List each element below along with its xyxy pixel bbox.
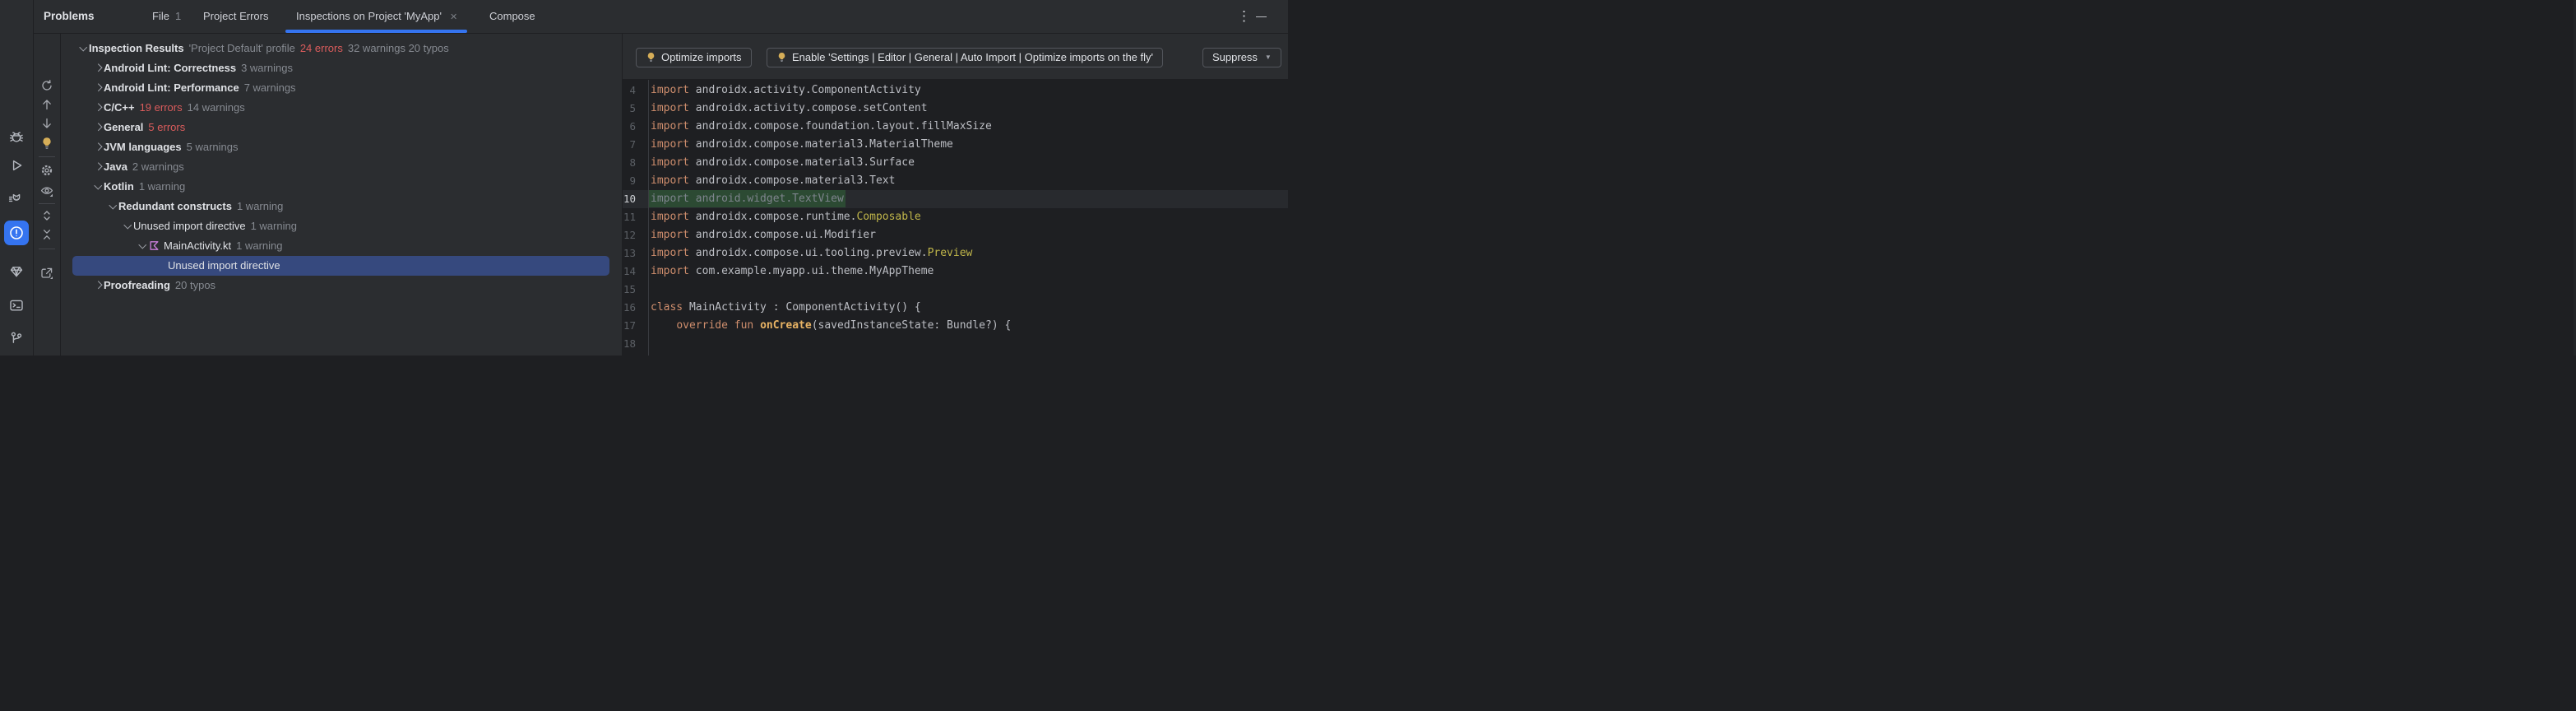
chevron-down-icon[interactable] — [122, 221, 133, 232]
tree-row-android-lint-correctness[interactable]: Android Lint: Correctness 3 warnings — [61, 58, 620, 78]
gutter-separator — [648, 80, 649, 356]
collapse-all-icon[interactable] — [40, 228, 53, 241]
problems-icon[interactable] — [4, 221, 29, 245]
code-line: import androidx.compose.material3.Text — [651, 172, 1011, 190]
chevron-down-icon[interactable] — [137, 240, 148, 252]
expand-all-icon[interactable] — [40, 209, 53, 222]
tree-row-general[interactable]: General 5 errors — [61, 118, 620, 137]
terminal-icon[interactable] — [8, 297, 25, 314]
code-line: import androidx.compose.ui.Modifier — [651, 226, 1011, 244]
chevron-right-icon[interactable] — [92, 122, 104, 133]
run-icon[interactable] — [8, 157, 25, 174]
close-icon[interactable]: ✕ — [450, 12, 457, 22]
debug-icon[interactable] — [8, 128, 25, 145]
tree-row-kotlin[interactable]: Kotlin 1 warning — [61, 177, 620, 197]
chevron-down-icon[interactable] — [92, 181, 104, 193]
tree-row-redundant-constructs[interactable]: Redundant constructs 1 warning — [61, 197, 620, 216]
code-line — [651, 281, 1011, 299]
chevron-right-icon[interactable] — [92, 142, 104, 153]
tab-file[interactable]: File1 — [152, 0, 181, 33]
chevron-right-icon[interactable] — [92, 102, 104, 114]
tab-compose[interactable]: Compose — [489, 0, 535, 33]
quick-fix-actions-bar: Optimize imports Enable 'Settings | Edit… — [623, 34, 1288, 80]
code-line: import com.example.myapp.ui.theme.MyAppT… — [651, 263, 1011, 281]
code-content: import androidx.activity.ComponentActivi… — [651, 81, 1011, 353]
quickfix-bulb-icon[interactable] — [40, 137, 53, 150]
code-line: import androidx.compose.runtime.Composab… — [651, 208, 1011, 226]
chevron-right-icon[interactable] — [92, 161, 104, 173]
tab-file-count: 1 — [175, 10, 181, 22]
logcat-icon[interactable] — [8, 190, 25, 207]
code-line — [651, 335, 1011, 353]
tree-row-java[interactable]: Java 2 warnings — [61, 157, 620, 177]
chevron-down-icon[interactable] — [107, 201, 118, 212]
page-title: Problems — [44, 0, 95, 33]
next-problem-icon[interactable] — [40, 117, 53, 130]
code-line: import androidx.compose.material3.Materi… — [651, 136, 1011, 154]
minimize-icon[interactable]: — — [1256, 0, 1267, 33]
tree-row-c-cpp[interactable]: C/C++ 19 errors 14 warnings — [61, 98, 620, 118]
code-line: override fun onCreate(savedInstanceState… — [651, 317, 1011, 335]
tree-row-inspection-results[interactable]: Inspection Results 'Project Default' pro… — [61, 39, 620, 58]
git-branch-icon[interactable] — [8, 330, 25, 346]
code-editor[interactable]: 45 67 89 1011 1213 1415 1617 18 import a… — [623, 80, 1288, 356]
code-line-unused-import: import android.widget.TextView — [651, 190, 1011, 208]
export-icon[interactable] — [40, 267, 53, 280]
kotlin-file-icon — [149, 240, 160, 251]
chevron-right-icon[interactable] — [92, 280, 104, 291]
rerun-inspection-icon[interactable] — [40, 79, 53, 92]
line-number-gutter: 45 67 89 1011 1213 1415 1617 18 — [623, 81, 636, 353]
tree-row-mainactivity-kt[interactable]: MainActivity.kt 1 warning — [61, 236, 620, 256]
more-options-icon[interactable]: ⋮ — [1237, 0, 1251, 33]
tree-row-android-lint-performance[interactable]: Android Lint: Performance 7 warnings — [61, 78, 620, 98]
tree-row-unused-import-directive-group[interactable]: Unused import directive 1 warning — [61, 216, 620, 236]
bulb-icon — [646, 52, 656, 63]
toolbar-separator — [39, 203, 55, 204]
code-line: import androidx.activity.compose.setCont… — [651, 100, 1011, 118]
toolbar-separator — [39, 156, 55, 157]
settings-gear-icon[interactable] — [40, 164, 53, 177]
code-line: class MainActivity : ComponentActivity()… — [651, 299, 1011, 317]
chevron-right-icon[interactable] — [92, 82, 104, 94]
code-line: import androidx.compose.material3.Surfac… — [651, 154, 1011, 172]
chevron-down-icon: ▼ — [1265, 53, 1272, 61]
tool-window-stripe — [0, 0, 34, 356]
tab-inspections-on-project[interactable]: Inspections on Project 'MyApp'✕ — [296, 0, 457, 33]
tree-row-selected-unused-import-directive[interactable]: Unused import directive — [72, 256, 609, 276]
suppress-button[interactable]: Suppress ▼ — [1202, 48, 1281, 67]
tool-window-header: Problems File1 Project Errors Inspection… — [34, 0, 1288, 34]
chevron-down-icon[interactable] — [77, 43, 89, 54]
enable-optimize-imports-on-the-fly-button[interactable]: Enable 'Settings | Editor | General | Au… — [767, 48, 1163, 67]
code-line: import androidx.activity.ComponentActivi… — [651, 81, 1011, 100]
tree-row-jvm-languages[interactable]: JVM languages 5 warnings — [61, 137, 620, 157]
app-quality-insights-icon[interactable] — [8, 263, 25, 280]
preview-eye-icon[interactable] — [40, 184, 53, 198]
inspection-toolbar — [34, 34, 61, 356]
previous-problem-icon[interactable] — [40, 98, 53, 111]
optimize-imports-button[interactable]: Optimize imports — [636, 48, 752, 67]
tab-project-errors[interactable]: Project Errors — [203, 0, 268, 33]
bulb-icon — [776, 52, 787, 63]
code-line: import androidx.compose.ui.tooling.previ… — [651, 244, 1011, 263]
tree-row-proofreading[interactable]: Proofreading 20 typos — [61, 276, 620, 295]
code-line: import androidx.compose.foundation.layou… — [651, 118, 1011, 136]
chevron-right-icon[interactable] — [92, 63, 104, 74]
